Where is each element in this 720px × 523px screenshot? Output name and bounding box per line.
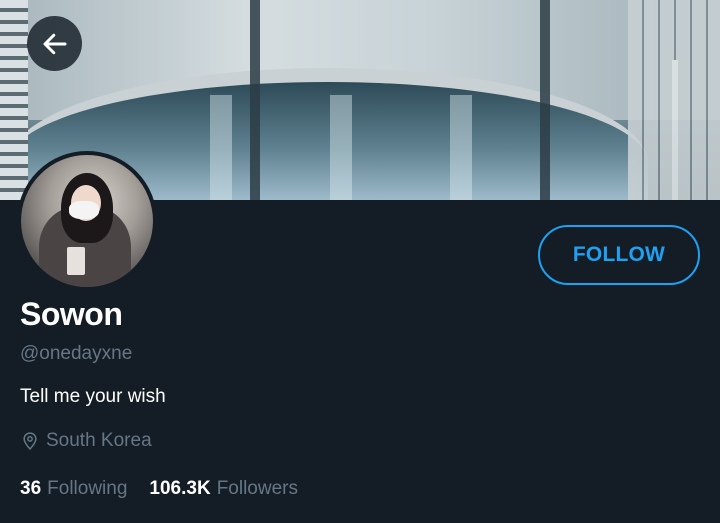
profile-name: Sowon xyxy=(20,296,123,332)
profile-handle: @onedayxne xyxy=(20,343,133,364)
avatar-mask xyxy=(69,201,99,219)
profile-stats: 36 Following 106.3K Followers xyxy=(20,478,298,500)
following-stat[interactable]: 36 Following xyxy=(20,478,127,500)
banner-pillar xyxy=(540,0,550,200)
followers-stat[interactable]: 106.3K Followers xyxy=(149,478,298,500)
banner-beam xyxy=(672,60,678,200)
back-button[interactable] xyxy=(27,16,82,71)
profile-avatar[interactable] xyxy=(17,151,157,291)
banner-building-left xyxy=(0,0,28,200)
followers-label: Followers xyxy=(216,478,298,499)
back-arrow-icon xyxy=(43,33,66,54)
banner-reflection xyxy=(210,95,232,200)
banner-pillar xyxy=(250,0,260,200)
followers-count: 106.3K xyxy=(149,478,211,499)
banner-reflection xyxy=(330,95,352,200)
banner-building-right xyxy=(628,0,720,200)
location-pin-icon xyxy=(23,432,37,450)
follow-button[interactable]: FOLLOW xyxy=(538,225,700,285)
avatar-cup xyxy=(67,247,85,275)
following-label: Following xyxy=(47,478,128,499)
following-count: 36 xyxy=(20,478,42,499)
banner-reflection xyxy=(450,95,472,200)
location-label: South Korea xyxy=(46,430,152,451)
profile-bio: Tell me your wish xyxy=(20,386,166,407)
profile-location: South Korea xyxy=(20,430,152,452)
